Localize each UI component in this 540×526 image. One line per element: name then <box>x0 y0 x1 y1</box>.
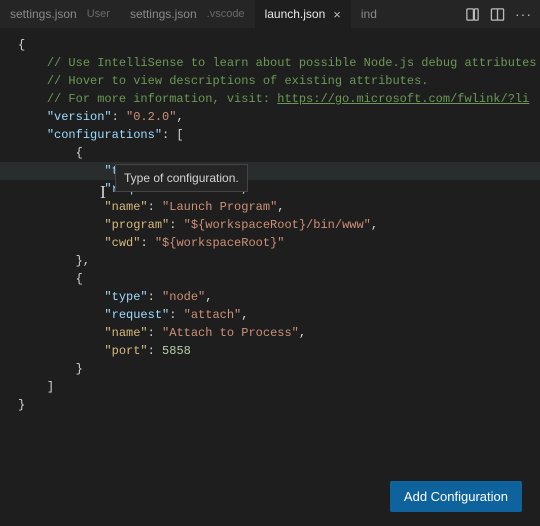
tab-label: launch.json <box>265 7 326 21</box>
tab-desc: User <box>87 8 110 20</box>
tab-ind[interactable]: ind <box>351 0 387 28</box>
close-icon[interactable]: × <box>333 7 341 22</box>
preview-icon[interactable] <box>465 7 480 22</box>
code-comment: // Use IntelliSense to learn about possi… <box>47 56 537 70</box>
tab-actions: ··· <box>457 6 540 22</box>
tab-desc: .vscode <box>207 8 245 20</box>
tab-settings-vscode[interactable]: settings.json .vscode <box>120 0 255 28</box>
add-configuration-button[interactable]: Add Configuration <box>390 481 522 512</box>
tab-label: settings.json <box>10 7 77 21</box>
tab-bar: settings.json User settings.json .vscode… <box>0 0 540 28</box>
more-icon[interactable]: ··· <box>515 6 532 22</box>
tab-launch-json[interactable]: launch.json × <box>255 0 351 28</box>
tab-label: ind <box>361 7 377 21</box>
split-editor-icon[interactable] <box>490 7 505 22</box>
code-comment: // For more information, visit: <box>47 92 277 106</box>
docs-link[interactable]: https://go.microsoft.com/fwlink/?li <box>277 92 529 106</box>
hover-tooltip: Type of configuration. <box>115 164 248 192</box>
text-cursor-icon: I <box>100 183 106 201</box>
code-editor[interactable]: { // Use IntelliSense to learn about pos… <box>0 28 540 414</box>
code-comment: // Hover to view descriptions of existin… <box>47 74 429 88</box>
tab-label: settings.json <box>130 7 197 21</box>
tab-settings-user[interactable]: settings.json User <box>0 0 120 28</box>
